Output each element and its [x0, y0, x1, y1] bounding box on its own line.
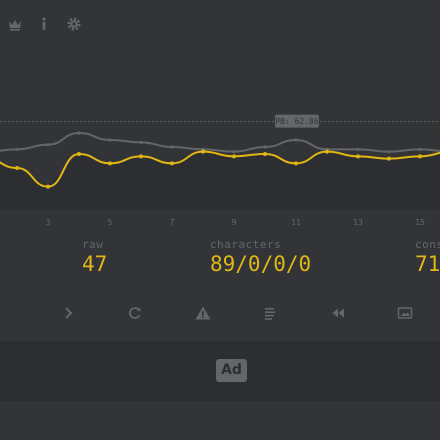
wpm-point — [170, 161, 174, 166]
raw-point — [139, 140, 143, 144]
raw-point — [46, 143, 50, 147]
replay-button[interactable] — [329, 304, 347, 322]
x-tick-label: 7 — [170, 218, 175, 227]
pb-label: PB: 62.86 — [275, 117, 319, 126]
restart-icon — [129, 307, 141, 319]
raw-point — [387, 150, 391, 154]
wpm-point — [418, 154, 422, 159]
raw-point — [170, 145, 174, 149]
x-tick-label: 15 — [415, 218, 425, 227]
raw-point — [263, 145, 267, 149]
stat-raw: raw 47 — [82, 238, 107, 276]
raw-point — [15, 147, 19, 151]
x-tick-label: 9 — [232, 218, 237, 227]
stat-raw-value: 47 — [82, 252, 108, 276]
wpm-point — [139, 154, 143, 159]
wpm-point — [201, 149, 205, 154]
raw-point — [294, 138, 298, 142]
stats-row: raw 47 characters 89/0/0/0 cons 71 — [0, 238, 440, 288]
stat-consistency: cons 71 — [415, 238, 440, 276]
wpm-point — [325, 149, 329, 154]
raw-point — [232, 150, 236, 154]
history-icon — [265, 308, 275, 320]
wpm-area — [0, 151, 440, 210]
ad-badge[interactable]: Ad — [216, 359, 247, 382]
stat-characters-label: characters — [210, 238, 282, 251]
raw-point — [356, 147, 360, 151]
stat-raw-label: raw — [82, 238, 104, 251]
raw-point — [108, 138, 112, 142]
raw-point — [77, 131, 81, 135]
wpm-point — [46, 184, 50, 189]
history-button[interactable] — [261, 304, 279, 322]
stat-characters-value: 89/0/0/0 — [210, 252, 312, 276]
next-test-button[interactable] — [59, 304, 77, 322]
info-icon[interactable] — [36, 16, 52, 32]
wpm-point — [15, 166, 19, 170]
ad-bar: Ad — [0, 341, 440, 401]
result-actions — [0, 302, 440, 324]
raw-series-line — [0, 131, 440, 153]
x-tick-label: 5 — [108, 218, 113, 227]
x-tick-label: 13 — [353, 218, 363, 227]
screenshot-icon — [397, 307, 413, 319]
wpm-point — [356, 154, 360, 159]
wpm-point — [108, 161, 112, 166]
replay-icon — [332, 308, 344, 318]
gear-icon[interactable] — [66, 16, 82, 32]
report-button[interactable] — [194, 304, 212, 322]
wpm-point — [294, 161, 298, 166]
x-tick-label: 3 — [46, 218, 51, 227]
top-icon-bar — [0, 10, 120, 38]
wpm-chart: PB: 62.86 3 5 7 9 11 13 15 — [0, 104, 440, 227]
wpm-point — [232, 154, 236, 159]
wpm-point — [387, 156, 391, 161]
raw-point — [418, 147, 422, 151]
wpm-point — [263, 152, 267, 156]
crown-icon[interactable] — [7, 16, 23, 32]
x-tick-label: 11 — [291, 218, 301, 227]
screenshot-button[interactable] — [396, 304, 414, 322]
stat-consistency-value: 71 — [415, 252, 440, 276]
stat-characters: characters 89/0/0/0 — [210, 238, 311, 276]
warning-icon — [195, 306, 211, 320]
wpm-point — [77, 152, 81, 156]
restart-button[interactable] — [126, 304, 144, 322]
stat-consistency-label: cons — [415, 238, 440, 251]
next-icon — [65, 307, 73, 319]
